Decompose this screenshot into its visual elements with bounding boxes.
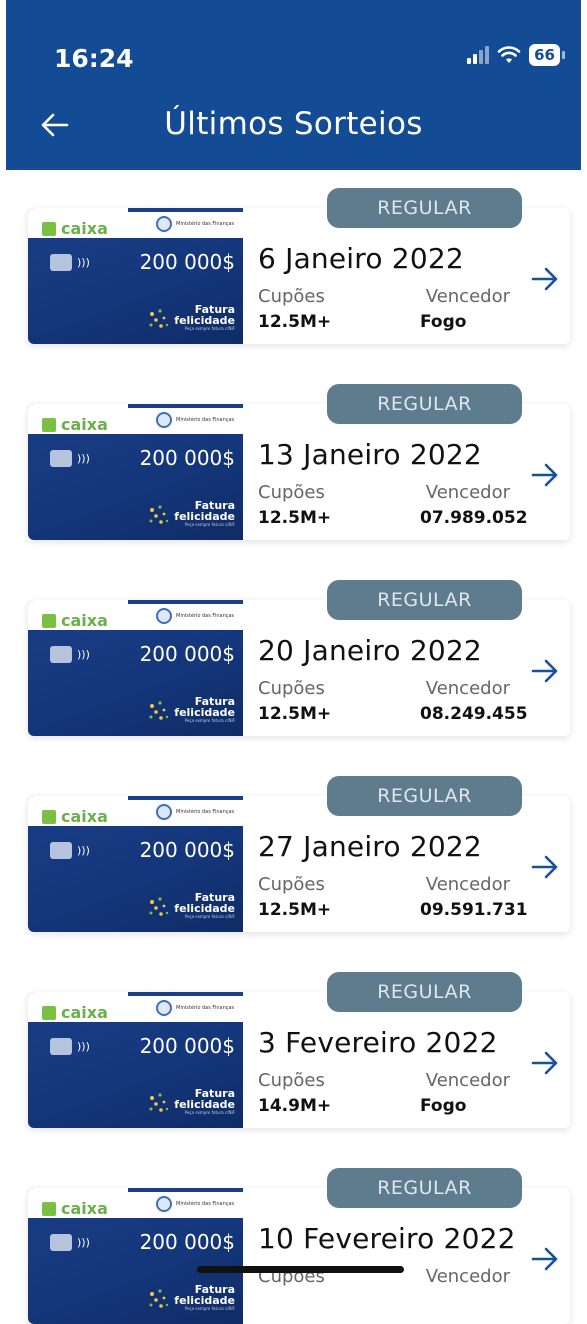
card-chip-icon: ))) [50, 254, 90, 271]
prize-amount: 200 000$ [139, 250, 235, 274]
arrow-right-icon[interactable] [530, 1245, 560, 1273]
fatura-felicidade-logo: Fatura felicidade Peça sempre fatura c/N… [149, 304, 235, 332]
arrow-right-icon[interactable] [530, 657, 560, 685]
winner-label: Vencedor [425, 874, 510, 895]
prize-amount: 200 000$ [139, 446, 235, 470]
prize-amount: 200 000$ [139, 642, 235, 666]
coupons-label: Cupões [258, 678, 325, 699]
caixa-logo: caixa [42, 219, 108, 238]
ministry-logo: Ministério das Finanças [156, 804, 236, 820]
winner-value: Fogo [420, 1096, 467, 1116]
card-thumbnail: caixa Ministério das Finanças ))) 200 00… [28, 992, 243, 1128]
coupons-label: Cupões [258, 874, 325, 895]
draw-card[interactable]: caixa Ministério das Finanças ))) 200 00… [28, 972, 570, 1128]
card-thumbnail: caixa Ministério das Finanças ))) 200 00… [28, 404, 243, 540]
card-thumbnail: caixa Ministério das Finanças ))) 200 00… [28, 796, 243, 932]
fatura-felicidade-logo: Fatura felicidade Peça sempre fatura c/N… [149, 1088, 235, 1116]
draw-card[interactable]: caixa Ministério das Finanças ))) 200 00… [28, 1168, 570, 1324]
draw-type-badge: REGULAR [327, 1168, 522, 1208]
arrow-right-icon[interactable] [530, 853, 560, 881]
status-time: 16:24 [54, 44, 134, 73]
card-chip-icon: ))) [50, 842, 90, 859]
prize-amount: 200 000$ [139, 1230, 235, 1254]
coupons-label: Cupões [258, 286, 325, 307]
draw-date: 6 Janeiro 2022 [258, 242, 464, 275]
draw-type-badge: REGULAR [327, 384, 522, 424]
arrow-right-icon[interactable] [530, 1049, 560, 1077]
arrow-right-icon[interactable] [530, 265, 560, 293]
draw-date: 3 Fevereiro 2022 [258, 1026, 498, 1059]
draw-date: 20 Janeiro 2022 [258, 634, 482, 667]
prize-amount: 200 000$ [139, 1034, 235, 1058]
winner-label: Vencedor [425, 678, 510, 699]
card-thumbnail: caixa Ministério das Finanças ))) 200 00… [28, 1188, 243, 1324]
caixa-logo: caixa [42, 415, 108, 434]
draw-date: 27 Janeiro 2022 [258, 830, 482, 863]
ministry-logo: Ministério das Finanças [156, 412, 236, 428]
winner-label: Vencedor [425, 1266, 510, 1287]
winner-label: Vencedor [425, 1070, 510, 1091]
signal-icon [467, 46, 490, 64]
prize-amount: 200 000$ [139, 838, 235, 862]
fatura-felicidade-logo: Fatura felicidade Peça sempre fatura c/N… [149, 1284, 235, 1312]
ministry-logo: Ministério das Finanças [156, 1000, 236, 1016]
fatura-felicidade-logo: Fatura felicidade Peça sempre fatura c/N… [149, 892, 235, 920]
card-chip-icon: ))) [50, 646, 90, 663]
coupons-value: 12.5M+ [258, 900, 332, 920]
app-header: 16:24 66 Últimos Sorteios [6, 0, 581, 170]
coupons-value: 12.5M+ [258, 508, 332, 528]
wifi-icon [497, 46, 521, 63]
fatura-felicidade-logo: Fatura felicidade Peça sempre fatura c/N… [149, 500, 235, 528]
card-chip-icon: ))) [50, 1038, 90, 1055]
winner-value: 07.989.052 [420, 508, 528, 528]
page-title: Últimos Sorteios [164, 106, 423, 142]
ministry-logo: Ministério das Finanças [156, 1196, 236, 1212]
winner-value: Fogo [420, 312, 467, 332]
status-icons: 66 [467, 44, 565, 66]
card-thumbnail: caixa Ministério das Finanças ))) 200 00… [28, 208, 243, 344]
ministry-logo: Ministério das Finanças [156, 216, 236, 232]
coupons-value: 12.5M+ [258, 312, 332, 332]
battery-icon: 66 [529, 44, 565, 66]
fatura-felicidade-logo: Fatura felicidade Peça sempre fatura c/N… [149, 696, 235, 724]
caixa-logo: caixa [42, 1199, 108, 1218]
draw-type-badge: REGULAR [327, 776, 522, 816]
draw-card[interactable]: caixa Ministério das Finanças ))) 200 00… [28, 384, 570, 540]
caixa-logo: caixa [42, 1003, 108, 1022]
winner-label: Vencedor [425, 482, 510, 503]
coupons-value: 14.9M+ [258, 1096, 332, 1116]
draw-type-badge: REGULAR [327, 972, 522, 1012]
winner-value: 08.249.455 [420, 704, 528, 724]
home-indicator[interactable] [197, 1266, 404, 1273]
card-chip-icon: ))) [50, 1234, 90, 1251]
coupons-label: Cupões [258, 1070, 325, 1091]
caixa-logo: caixa [42, 807, 108, 826]
draw-date: 10 Fevereiro 2022 [258, 1222, 516, 1255]
draw-type-badge: REGULAR [327, 188, 522, 228]
caixa-logo: caixa [42, 611, 108, 630]
coupons-label: Cupões [258, 482, 325, 503]
ministry-logo: Ministério das Finanças [156, 608, 236, 624]
winner-value: 09.591.731 [420, 900, 528, 920]
battery-level: 66 [529, 44, 560, 66]
winner-label: Vencedor [425, 286, 510, 307]
draw-card[interactable]: caixa Ministério das Finanças ))) 200 00… [28, 188, 570, 344]
draw-date: 13 Janeiro 2022 [258, 438, 482, 471]
card-thumbnail: caixa Ministério das Finanças ))) 200 00… [28, 600, 243, 736]
card-chip-icon: ))) [50, 450, 90, 467]
draw-card[interactable]: caixa Ministério das Finanças ))) 200 00… [28, 580, 570, 736]
coupons-value: 12.5M+ [258, 704, 332, 724]
draw-card[interactable]: caixa Ministério das Finanças ))) 200 00… [28, 776, 570, 932]
draw-type-badge: REGULAR [327, 580, 522, 620]
arrow-right-icon[interactable] [530, 461, 560, 489]
